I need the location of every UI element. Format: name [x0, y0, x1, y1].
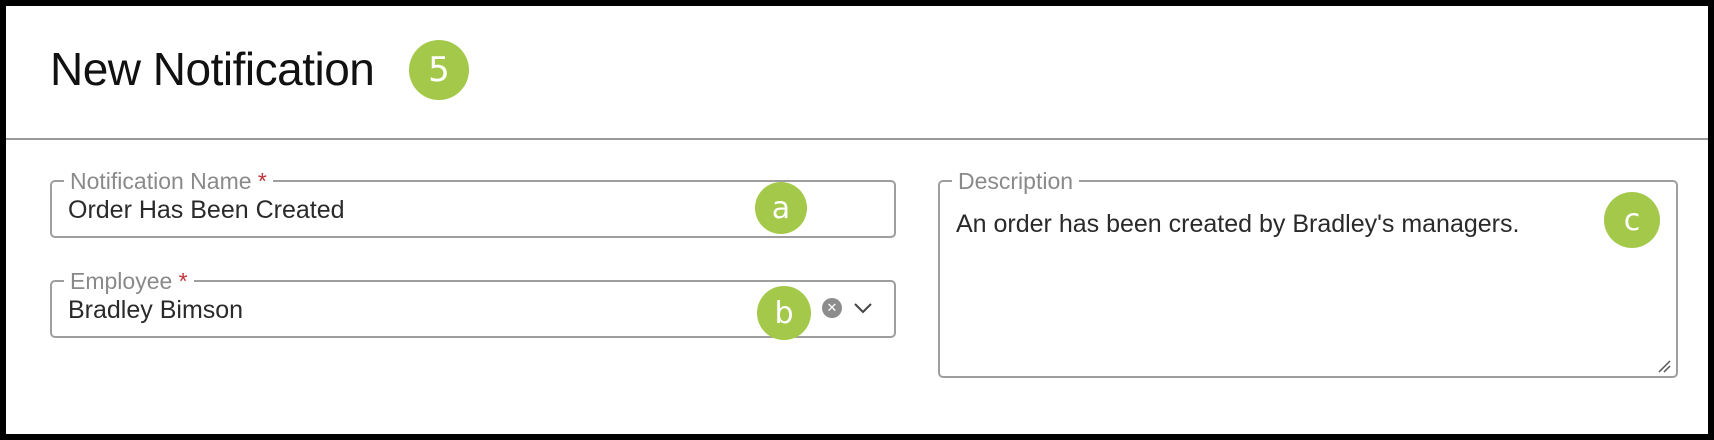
annotation-badge-a: a	[755, 182, 807, 234]
annotation-badge-b: b	[757, 286, 811, 340]
employee-label-text: Employee	[70, 268, 173, 294]
description-label: Description	[952, 168, 1080, 194]
page-title: New Notification	[50, 43, 375, 95]
header-divider	[6, 138, 1708, 140]
employee-selected-value[interactable]: Bradley Bimson	[68, 296, 243, 325]
step-badge: 5	[409, 40, 469, 100]
notification-name-label: Notification Name *	[64, 168, 273, 194]
clear-icon[interactable]: ✕	[822, 298, 842, 318]
notification-name-input[interactable]: Order Has Been Created	[68, 196, 345, 225]
notification-name-label-text: Notification Name	[70, 168, 252, 194]
chevron-down-icon[interactable]	[852, 300, 874, 316]
required-asterisk: *	[178, 268, 188, 294]
resize-handle-icon[interactable]	[1656, 358, 1672, 374]
description-field[interactable]: Description An order has been created by…	[938, 168, 1678, 378]
required-asterisk: *	[257, 168, 267, 194]
employee-label: Employee *	[64, 268, 194, 294]
notification-form-panel: New Notification 5 Notification Name * O…	[6, 6, 1708, 434]
description-textarea[interactable]: An order has been created by Bradley's m…	[956, 210, 1519, 239]
annotation-badge-c: c	[1604, 192, 1660, 248]
